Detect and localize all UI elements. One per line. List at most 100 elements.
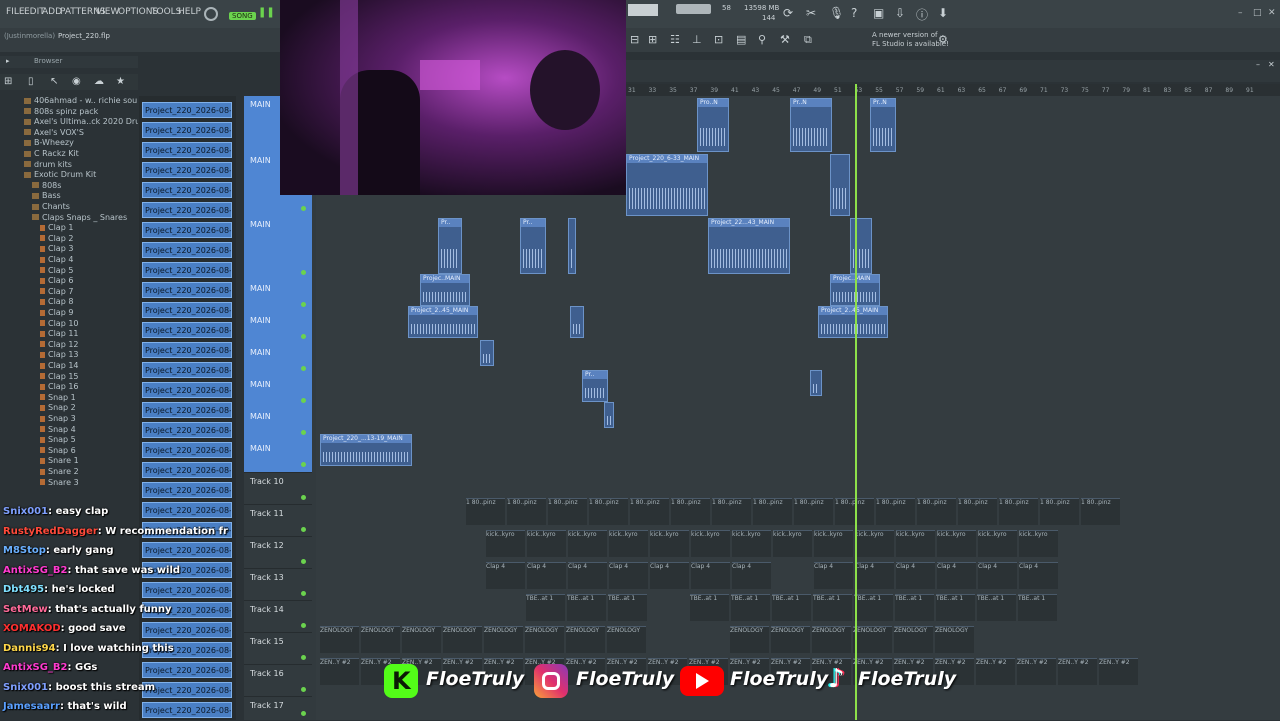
pattern-clip[interactable]: Clap 4 <box>855 562 894 589</box>
pattern-clip[interactable]: TBE..at 1 <box>567 594 606 621</box>
star-icon[interactable]: ★ <box>116 76 125 87</box>
tools-icon[interactable]: ✂ <box>806 6 816 20</box>
pattern-clip[interactable]: ZENOLOGY <box>525 626 564 653</box>
pattern-clip[interactable]: kick..kyro <box>855 530 894 557</box>
pattern-clip[interactable]: 1 80..pinz <box>507 498 546 525</box>
track-mute-led[interactable] <box>301 366 306 371</box>
pattern-clip[interactable]: ZENOLOGY <box>812 626 851 653</box>
pattern-clip[interactable]: ZEN..Y #2 <box>320 658 359 685</box>
pattern-clip[interactable]: ZENOLOGY <box>771 626 810 653</box>
pattern-clip[interactable]: Clap 4 <box>896 562 935 589</box>
browser-file[interactable]: Clap 1 <box>40 223 73 232</box>
arrow-icon[interactable]: ↖ <box>50 76 58 87</box>
pattern-clip[interactable]: Clap 4 <box>609 562 648 589</box>
pattern-clip[interactable]: TBE..at 1 <box>526 594 565 621</box>
audio-clip[interactable]: Pr.. <box>438 218 462 274</box>
pause-icon[interactable]: ❚❚ <box>258 7 275 18</box>
channel-button[interactable]: Project_220_2026-08-13... <box>142 242 232 258</box>
browser-folder[interactable]: drum kits <box>24 160 72 169</box>
plug-icon[interactable]: ⚲ <box>758 33 766 46</box>
track-mute-led[interactable] <box>301 398 306 403</box>
channel-button[interactable]: Project_220_2026-08-13... <box>142 262 232 278</box>
browser-file[interactable]: Clap 5 <box>40 266 73 275</box>
pattern-clip[interactable]: TBE..at 1 <box>813 594 852 621</box>
help-icon[interactable]: ? <box>851 6 857 20</box>
pattern-clip[interactable]: kick..kyro <box>814 530 853 557</box>
track-mute-led[interactable] <box>301 495 306 500</box>
pattern-clip[interactable]: 1 80..pinz <box>917 498 956 525</box>
pattern-clip[interactable]: 1 80..pinz <box>958 498 997 525</box>
track-mute-led[interactable] <box>301 270 306 275</box>
track-header[interactable]: Track 15 <box>244 632 312 665</box>
audio-clip[interactable]: Project_2..45_MAIN <box>818 306 888 338</box>
channel-button[interactable]: Project_220_2026-08-13... <box>142 422 232 438</box>
pattern-clip[interactable]: Clap 4 <box>1019 562 1058 589</box>
audio-clip[interactable]: Project_220_...13-19_MAIN <box>320 434 412 466</box>
playhead[interactable] <box>855 84 857 720</box>
pattern-clip[interactable]: ZENOLOGY <box>443 626 482 653</box>
pattern-clip[interactable]: Clap 4 <box>486 562 525 589</box>
audio-clip[interactable]: Project_22...43_MAIN <box>708 218 790 274</box>
track-header[interactable]: MAIN <box>244 376 312 408</box>
tempo-display[interactable] <box>628 4 658 16</box>
browser-file[interactable]: Snap 3 <box>40 414 76 423</box>
browser-folder[interactable]: Claps Snaps _ Snares <box>32 213 127 222</box>
browser-arrow-icon[interactable]: ▸ <box>6 57 10 65</box>
browser-file[interactable]: Clap 2 <box>40 234 73 243</box>
pattern-clip[interactable]: 1 80..pinz <box>1081 498 1120 525</box>
pattern-clip[interactable]: 1 80..pinz <box>712 498 751 525</box>
track-mute-led[interactable] <box>301 527 306 532</box>
timeline-ruler[interactable]: 31 33 35 37 39 41 43 45 47 49 51 53 55 57 59 61 63 65 67 69… <box>626 84 1280 96</box>
browser-file[interactable]: Snap 2 <box>40 403 76 412</box>
channel-button[interactable]: Project_220_2026-08-13... <box>142 482 232 498</box>
browser-folder[interactable]: Bass <box>32 191 61 200</box>
playlist-close-icon[interactable]: ✕ <box>1268 60 1275 69</box>
playlist-minimize-icon[interactable]: – <box>1256 60 1260 69</box>
browser-file[interactable]: Clap 11 <box>40 329 79 338</box>
pattern-clip[interactable]: ZENOLOGY <box>935 626 974 653</box>
pattern-clip[interactable]: ZENOLOGY <box>566 626 605 653</box>
track-header[interactable]: Track 10 <box>244 472 312 505</box>
menu-view[interactable]: VIEW <box>96 7 119 17</box>
pattern-clip[interactable]: 1 80..pinz <box>794 498 833 525</box>
browser-file[interactable]: Snap 1 <box>40 393 76 402</box>
close-icon[interactable]: ✕ <box>1268 8 1276 18</box>
add-icon[interactable]: ⊞ <box>4 76 12 87</box>
audio-clip-small[interactable] <box>604 402 614 428</box>
pattern-clip[interactable]: ZENOLOGY <box>320 626 359 653</box>
track-mute-led[interactable] <box>301 206 306 211</box>
pattern-clip[interactable]: Clap 4 <box>691 562 730 589</box>
track-mute-led[interactable] <box>301 623 306 628</box>
cloud-icon[interactable]: ☁ <box>94 76 104 87</box>
track-mute-led[interactable] <box>301 559 306 564</box>
pattern-clip[interactable]: ZEN..Y #2 <box>1017 658 1056 685</box>
browser-folder[interactable]: 808s spinz pack <box>24 107 98 116</box>
browser-file[interactable]: Clap 12 <box>40 340 79 349</box>
browser-folder[interactable]: B-Wheezy <box>24 138 74 147</box>
browser-folder[interactable]: Exotic Drum Kit <box>24 170 96 179</box>
pattern-clip[interactable]: TBE..at 1 <box>895 594 934 621</box>
channel-button[interactable]: Project_220_2026-08-13... <box>142 202 232 218</box>
browser-file[interactable]: Clap 4 <box>40 255 73 264</box>
track-header[interactable]: Track 11 <box>244 504 312 537</box>
browser-folder[interactable]: C Rackz Kit <box>24 149 79 158</box>
pattern-clip[interactable]: kick..kyro <box>978 530 1017 557</box>
track-mute-led[interactable] <box>301 462 306 467</box>
audio-clip-small[interactable] <box>568 218 576 274</box>
menu-tools[interactable]: TOOLS <box>151 7 181 17</box>
tag-icon[interactable]: ◉ <box>72 76 81 87</box>
browser-file[interactable]: Clap 8 <box>40 297 73 306</box>
pattern-clip[interactable]: Clap 4 <box>937 562 976 589</box>
pattern-clip[interactable]: Clap 4 <box>527 562 566 589</box>
menu-file[interactable]: FILE <box>6 7 25 17</box>
pattern-clip[interactable]: kick..kyro <box>896 530 935 557</box>
track-mute-led[interactable] <box>301 430 306 435</box>
pattern-clip[interactable]: Clap 4 <box>978 562 1017 589</box>
pattern-clip[interactable]: 1 80..pinz <box>630 498 669 525</box>
track-mute-led[interactable] <box>301 687 306 692</box>
browser-file[interactable]: Snap 4 <box>40 425 76 434</box>
channel-button[interactable]: Project_220_2026-08-13... <box>142 342 232 358</box>
download-icon[interactable]: ⬇ <box>938 6 948 20</box>
channel-button[interactable]: Project_220_2026-08-13... <box>142 382 232 398</box>
wrench-icon[interactable]: ⚒ <box>780 33 790 46</box>
